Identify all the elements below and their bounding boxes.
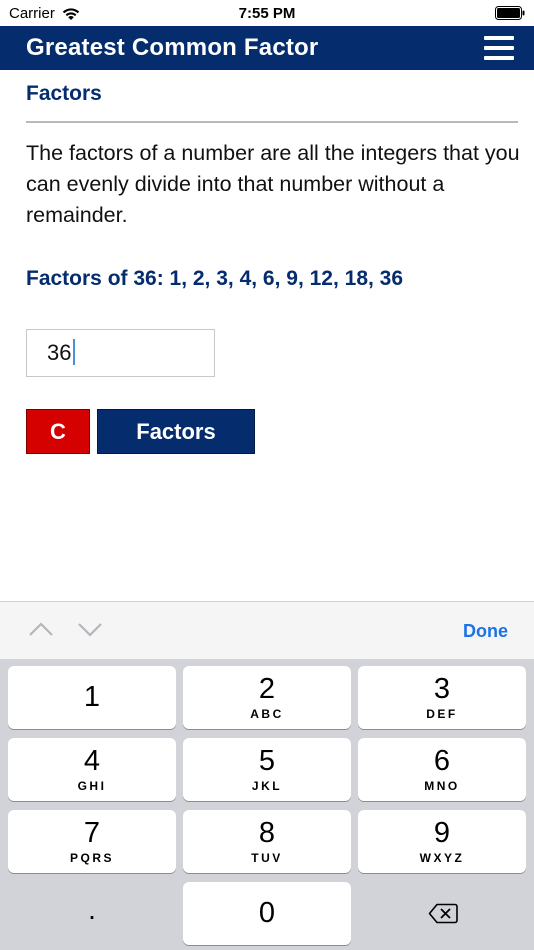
chevron-down-icon[interactable] <box>77 620 103 638</box>
app-title: Greatest Common Factor <box>26 34 319 61</box>
key-5[interactable]: 5 JKL <box>183 738 351 801</box>
status-bar: Carrier 7:55 PM <box>0 0 534 26</box>
key-letters: MNO <box>424 779 460 793</box>
battery-icon <box>495 6 525 20</box>
key-1[interactable]: 1 <box>8 666 176 729</box>
description-text: The factors of a number are all the inte… <box>26 141 520 227</box>
key-digit: 0 <box>258 897 276 929</box>
key-7[interactable]: 7 PQRS <box>8 810 176 873</box>
keyboard-accessory-bar: Done <box>0 601 534 659</box>
key-digit: 4 <box>83 745 101 777</box>
key-digit: 6 <box>433 745 451 777</box>
key-2[interactable]: 2 ABC <box>183 666 351 729</box>
key-8[interactable]: 8 TUV <box>183 810 351 873</box>
key-letters: PQRS <box>69 851 114 865</box>
text-caret <box>73 339 75 365</box>
delete-key[interactable] <box>358 882 526 945</box>
key-0[interactable]: 0 <box>183 882 351 945</box>
done-button[interactable]: Done <box>463 621 508 642</box>
key-letters: ABC <box>250 707 284 721</box>
key-letters: GHI <box>77 779 107 793</box>
factors-result: Factors of 36: 1, 2, 3, 4, 6, 9, 12, 18,… <box>26 267 404 290</box>
number-input[interactable] <box>26 329 215 377</box>
key-digit: 9 <box>433 817 451 849</box>
key-digit: 5 <box>258 745 276 777</box>
key-digit: 2 <box>258 673 276 705</box>
key-letters: JKL <box>251 779 283 793</box>
key-digit: 7 <box>83 817 101 849</box>
key-digit: 3 <box>433 673 451 705</box>
factors-button[interactable]: Factors <box>97 409 255 454</box>
key-digit: 8 <box>258 817 276 849</box>
section-title: Factors <box>26 82 102 105</box>
hamburger-menu-icon[interactable] <box>484 36 514 60</box>
key-3[interactable]: 3 DEF <box>358 666 526 729</box>
key-9[interactable]: 9 WXYZ <box>358 810 526 873</box>
status-time: 7:55 PM <box>238 5 296 22</box>
clear-button[interactable]: C <box>26 409 90 454</box>
numeric-keypad: 1 2 ABC 3 DEF 4 GHI 5 JKL 6 MNO 7 PQRS 8… <box>0 659 534 950</box>
key-digit: 1 <box>83 681 101 713</box>
key-4[interactable]: 4 GHI <box>8 738 176 801</box>
key-letters: TUV <box>251 851 283 865</box>
key-letters: DEF <box>426 707 458 721</box>
section-divider <box>26 121 518 123</box>
key-decimal[interactable]: . <box>8 882 176 945</box>
key-6[interactable]: 6 MNO <box>358 738 526 801</box>
chevron-up-icon[interactable] <box>28 620 54 638</box>
backspace-icon <box>428 903 458 924</box>
app-header: Greatest Common Factor <box>0 26 534 70</box>
key-letters: WXYZ <box>419 851 465 865</box>
